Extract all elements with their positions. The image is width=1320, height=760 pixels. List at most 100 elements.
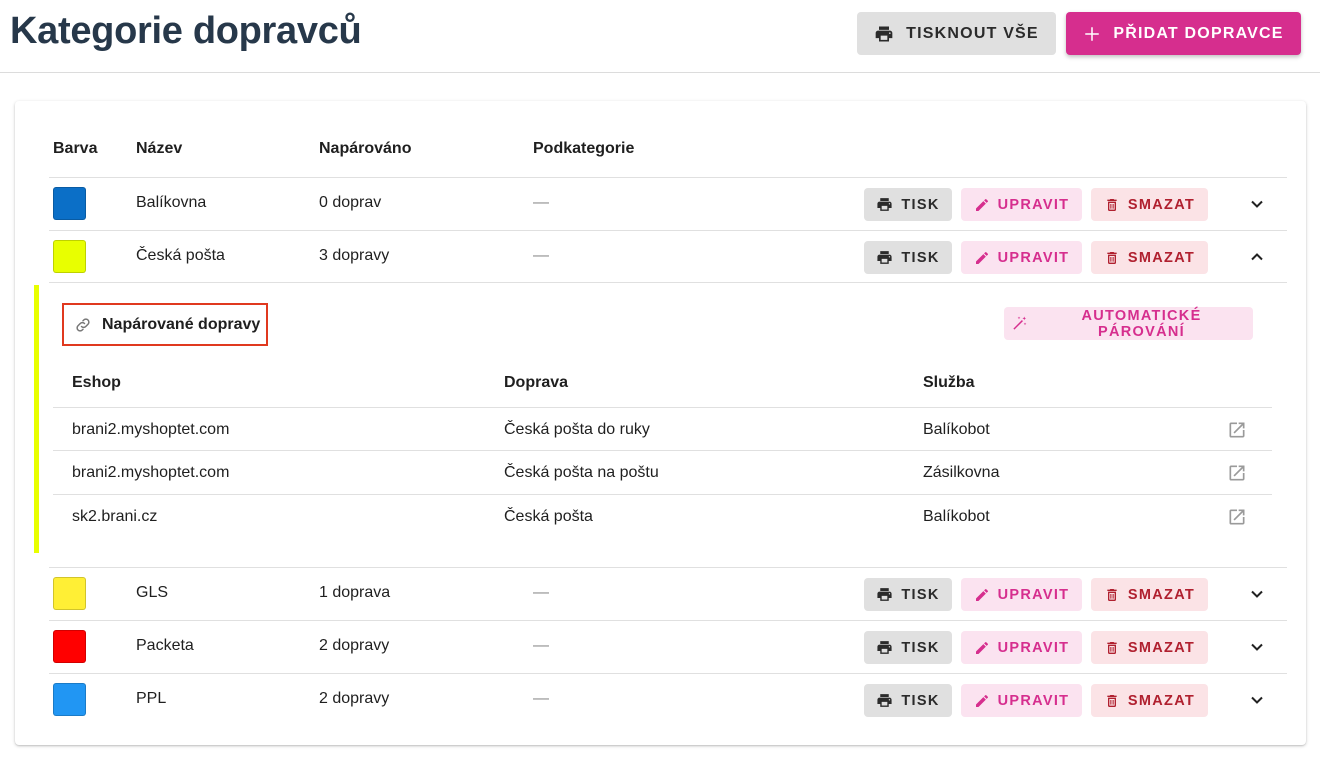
pencil-icon xyxy=(975,198,988,211)
paired-row: brani2.myshoptet.com Česká pošta do ruky… xyxy=(53,407,1272,451)
print-label: TISK xyxy=(901,639,940,656)
accent-bar xyxy=(34,285,39,553)
add-carrier-label: PŘIDAT DOPRAVCE xyxy=(1113,24,1284,42)
pencil-icon xyxy=(975,641,988,654)
subcategory-value: — xyxy=(533,690,549,707)
delete-label: SMAZAT xyxy=(1127,586,1196,603)
table-row: Balíkovna 0 doprav — TISK UPRAVIT SMAZAT xyxy=(49,177,1287,230)
expand-toggle[interactable] xyxy=(1245,192,1269,216)
edit-button[interactable]: UPRAVIT xyxy=(961,578,1082,611)
chevron-down-icon xyxy=(1251,590,1263,598)
edit-label: UPRAVIT xyxy=(997,586,1070,603)
print-all-button[interactable]: TISKNOUT VŠE xyxy=(857,12,1056,55)
print-button[interactable]: TISK xyxy=(864,188,952,221)
trash-icon xyxy=(1107,588,1117,601)
shipping-value: Česká pošta na poštu xyxy=(504,464,659,481)
delete-button[interactable]: SMAZAT xyxy=(1091,684,1208,717)
color-swatch xyxy=(53,187,86,220)
print-button[interactable]: TISK xyxy=(864,578,952,611)
chevron-down-icon xyxy=(1251,643,1263,651)
table-row: PPL 2 dopravy — TISK UPRAVIT SMAZAT xyxy=(49,673,1287,726)
open-in-new-icon[interactable] xyxy=(1227,507,1247,527)
paired-row: brani2.myshoptet.com Česká pošta na pošt… xyxy=(53,450,1272,494)
delete-label: SMAZAT xyxy=(1127,692,1196,709)
expand-toggle[interactable] xyxy=(1245,688,1269,712)
shipping-value: Česká pošta do ruky xyxy=(504,421,650,438)
shipping-value: Česká pošta xyxy=(504,508,593,525)
printer-icon xyxy=(877,198,892,211)
paired-count: 3 dopravy xyxy=(319,247,390,264)
delete-button[interactable]: SMAZAT xyxy=(1091,578,1208,611)
eshop-value: sk2.brani.cz xyxy=(72,508,158,525)
delete-button[interactable]: SMAZAT xyxy=(1091,631,1208,664)
header-color: Barva xyxy=(53,140,98,157)
table-row: Česká pošta 3 dopravy — TISK UPRAVIT SMA… xyxy=(49,230,1287,283)
edit-button[interactable]: UPRAVIT xyxy=(961,684,1082,717)
subcategory-value: — xyxy=(533,194,549,211)
delete-button[interactable]: SMAZAT xyxy=(1091,188,1208,221)
auto-pair-button[interactable]: AUTOMATICKÉ PÁROVÁNÍ xyxy=(1004,307,1253,340)
header-eshop: Eshop xyxy=(72,374,121,391)
chevron-down-icon xyxy=(1251,200,1263,208)
delete-button[interactable]: SMAZAT xyxy=(1091,241,1208,274)
color-swatch xyxy=(53,240,86,273)
paired-shipping-title: Napárované dopravy xyxy=(102,315,261,333)
add-carrier-button[interactable]: PŘIDAT DOPRAVCE xyxy=(1066,12,1301,55)
print-label: TISK xyxy=(901,249,940,266)
edit-label: UPRAVIT xyxy=(997,692,1070,709)
printer-icon xyxy=(877,251,892,264)
edit-button[interactable]: UPRAVIT xyxy=(961,631,1082,664)
collapse-toggle[interactable] xyxy=(1245,245,1269,269)
edit-label: UPRAVIT xyxy=(997,196,1070,213)
trash-icon xyxy=(1107,694,1117,707)
carrier-name: PPL xyxy=(136,690,167,707)
pencil-icon xyxy=(975,588,988,601)
subcategory-value: — xyxy=(533,584,549,601)
delete-label: SMAZAT xyxy=(1127,639,1196,656)
plus-icon xyxy=(1085,26,1100,41)
color-swatch xyxy=(53,683,86,716)
eshop-value: brani2.myshoptet.com xyxy=(72,464,230,481)
expand-toggle[interactable] xyxy=(1245,582,1269,606)
carrier-name: Balíkovna xyxy=(136,194,207,211)
trash-icon xyxy=(1107,641,1117,654)
paired-count: 0 doprav xyxy=(319,194,382,211)
delete-label: SMAZAT xyxy=(1127,249,1196,266)
print-all-label: TISKNOUT VŠE xyxy=(906,24,1039,42)
page-header: Kategorie dopravců TISKNOUT VŠE PŘIDAT D… xyxy=(0,0,1320,73)
table-row: GLS 1 doprava — TISK UPRAVIT SMAZAT xyxy=(49,567,1287,620)
print-label: TISK xyxy=(901,692,940,709)
expand-toggle[interactable] xyxy=(1245,635,1269,659)
print-button[interactable]: TISK xyxy=(864,631,952,664)
header-subcategory: Podkategorie xyxy=(533,140,635,157)
carrier-name: Česká pošta xyxy=(136,247,225,264)
printer-icon xyxy=(877,588,892,601)
service-value: Zásilkovna xyxy=(923,464,1000,481)
edit-button[interactable]: UPRAVIT xyxy=(961,188,1082,221)
service-value: Balíkobot xyxy=(923,421,990,438)
header-shipping: Doprava xyxy=(504,374,569,391)
open-in-new-icon[interactable] xyxy=(1227,420,1247,440)
pencil-icon xyxy=(975,694,988,707)
auto-pair-label: AUTOMATICKÉ PÁROVÁNÍ xyxy=(1081,307,1202,340)
paired-count: 2 dopravy xyxy=(319,637,390,654)
magic-wand-icon xyxy=(1013,316,1027,330)
service-value: Balíkobot xyxy=(923,508,990,525)
color-swatch xyxy=(53,577,86,610)
table-row: Packeta 2 dopravy — TISK UPRAVIT SMAZAT xyxy=(49,620,1287,673)
carriers-card: Barva Název Napárováno Podkategorie Balí… xyxy=(15,101,1306,745)
print-button[interactable]: TISK xyxy=(864,241,952,274)
printer-icon xyxy=(877,694,892,707)
header-name: Název xyxy=(136,140,183,157)
eshop-value: brani2.myshoptet.com xyxy=(72,421,230,438)
printer-icon xyxy=(875,26,893,41)
print-label: TISK xyxy=(901,196,940,213)
edit-button[interactable]: UPRAVIT xyxy=(961,241,1082,274)
edit-label: UPRAVIT xyxy=(997,639,1070,656)
print-button[interactable]: TISK xyxy=(864,684,952,717)
trash-icon xyxy=(1107,198,1117,211)
header-paired: Napárováno xyxy=(319,140,412,157)
carrier-name: Packeta xyxy=(136,637,194,654)
printer-icon xyxy=(877,641,892,654)
open-in-new-icon[interactable] xyxy=(1227,463,1247,483)
